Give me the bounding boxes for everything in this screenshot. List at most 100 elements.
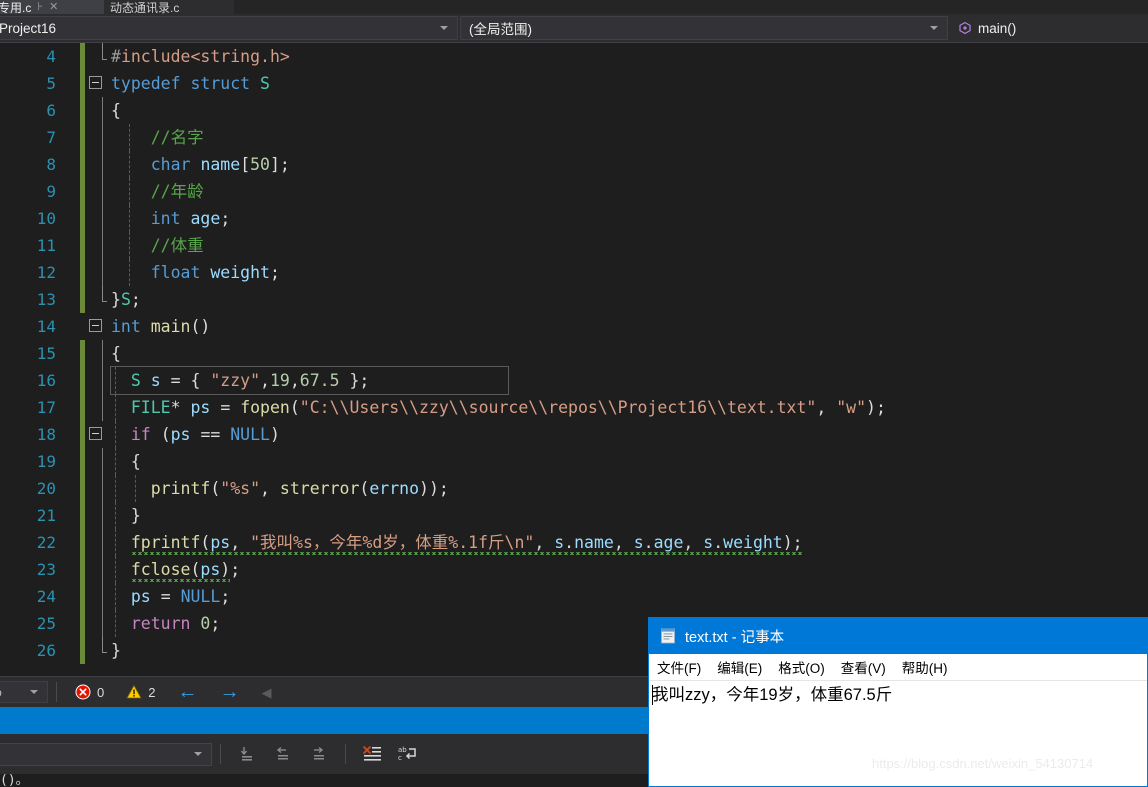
fold-glyph-slot [85, 205, 111, 232]
project-dropdown[interactable]: Project16 [0, 16, 458, 40]
fold-glyph-slot [85, 286, 111, 313]
line-number: 10 [36, 209, 56, 228]
notepad-menu-bar: 文件(F) 编辑(E) 格式(O) 查看(V) 帮助(H) [649, 654, 1147, 681]
code-text-current-line[interactable]: S s = { "zzy",19,67.5 }; [110, 366, 509, 395]
code-line[interactable]: 23 fclose(ps); [0, 556, 1148, 583]
code-line[interactable]: 14 int main() [0, 313, 1148, 340]
line-number: 20 [36, 479, 56, 498]
function-dropdown[interactable]: main() [950, 16, 1147, 40]
code-text[interactable]: #include<string.h> [111, 43, 1148, 70]
code-editor[interactable]: 4 #include<string.h> 5 typedef struct S … [0, 43, 1148, 676]
project-dropdown-value: Project16 [0, 20, 57, 36]
line-number: 16 [36, 371, 56, 390]
code-text[interactable]: //名字 [111, 124, 1148, 151]
divider [56, 682, 57, 702]
arrow-left-icon[interactable]: ← [177, 682, 197, 702]
menu-item-view[interactable]: 查看(V) [841, 657, 886, 677]
fold-glyph-slot [85, 232, 111, 259]
code-text[interactable]: printf("%s", strerror(errno)); [111, 475, 1148, 502]
code-line[interactable]: 20 printf("%s", strerror(errno)); [0, 475, 1148, 502]
fold-glyph-slot [85, 178, 111, 205]
code-text[interactable]: //年龄 [111, 178, 1148, 205]
triangle-left-icon[interactable]: ◀ [261, 686, 271, 699]
fold-glyph-slot [85, 340, 111, 367]
divider [220, 744, 221, 764]
warning-icon [126, 684, 142, 700]
chevron-down-icon [440, 26, 448, 30]
pin-icon[interactable]: ⊦ [37, 1, 43, 13]
chevron-down-icon [30, 690, 38, 694]
code-line[interactable]: 19 { [0, 448, 1148, 475]
chevron-down-icon [930, 26, 938, 30]
text-caret [652, 685, 653, 705]
code-line[interactable]: 13 }S; [0, 286, 1148, 313]
code-text[interactable]: } [111, 502, 1148, 529]
code-line[interactable]: 7 //名字 [0, 124, 1148, 151]
code-line[interactable]: 15 { [0, 340, 1148, 367]
notepad-text-area[interactable]: 我叫zzy，今年19岁，体重67.5斤 [649, 681, 1147, 786]
code-line[interactable]: 11 //体重 [0, 232, 1148, 259]
code-text[interactable]: int main() [111, 313, 1148, 340]
line-number: 7 [46, 128, 56, 147]
scope-dropdown[interactable]: (全局范围) [460, 16, 948, 40]
code-line[interactable]: 24 ps = NULL; [0, 583, 1148, 610]
code-text[interactable]: { [111, 448, 1148, 475]
code-text[interactable]: if (ps == NULL) [111, 421, 1148, 448]
code-line[interactable]: 16 S s = { "zzy",19,67.5 }; [0, 366, 1148, 395]
step-over-icon[interactable] [304, 741, 334, 767]
zoom-level-dropdown[interactable]: % [0, 681, 48, 703]
fold-glyph-slot [85, 475, 111, 502]
code-line[interactable]: 18 if (ps == NULL) [0, 421, 1148, 448]
tab-label: 动态通讯录.c [110, 0, 180, 15]
tab-专用-c[interactable]: 专用.c ⊦ ✕ [0, 0, 104, 14]
step-into-icon[interactable] [232, 741, 262, 767]
line-number: 5 [46, 74, 56, 93]
fold-glyph-slot [85, 556, 111, 583]
fold-toggle[interactable] [85, 421, 111, 448]
fold-toggle[interactable] [85, 313, 111, 340]
menu-item-help[interactable]: 帮助(H) [902, 657, 948, 677]
code-line[interactable]: 9 //年龄 [0, 178, 1148, 205]
menu-item-format[interactable]: 格式(O) [778, 657, 825, 677]
arrow-right-icon[interactable]: → [219, 682, 239, 702]
menu-item-file[interactable]: 文件(F) [657, 657, 701, 677]
code-line[interactable]: 6 { [0, 97, 1148, 124]
line-number: 6 [46, 101, 56, 120]
step-out-icon[interactable] [268, 741, 298, 767]
code-line[interactable]: 17 FILE* ps = fopen("C:\\Users\\zzy\\sou… [0, 394, 1148, 421]
code-line[interactable]: 10 int age; [0, 205, 1148, 232]
code-text[interactable]: int age; [111, 205, 1148, 232]
output-source-dropdown[interactable] [0, 742, 212, 766]
code-line[interactable]: 4 #include<string.h> [0, 43, 1148, 70]
close-icon[interactable]: ✕ [49, 1, 58, 13]
tab-动态通讯录-c[interactable]: 动态通讯录.c [104, 0, 234, 14]
code-line[interactable]: 5 typedef struct S [0, 70, 1148, 97]
code-line[interactable]: 21 } [0, 502, 1148, 529]
word-wrap-icon[interactable]: ab c [393, 741, 423, 767]
menu-item-edit[interactable]: 编辑(E) [717, 657, 762, 677]
code-text[interactable]: { [111, 97, 1148, 124]
code-text[interactable]: typedef struct S [111, 70, 1148, 97]
code-text[interactable]: }S; [111, 286, 1148, 313]
notepad-content[interactable]: 我叫zzy，今年19岁，体重67.5斤 [649, 684, 1147, 706]
code-text[interactable]: { [111, 340, 1148, 367]
warning-count[interactable]: 2 [126, 684, 155, 700]
code-text[interactable]: ps = NULL; [111, 583, 1148, 610]
fold-toggle[interactable] [85, 70, 111, 97]
code-text[interactable]: //体重 [111, 232, 1148, 259]
code-line[interactable]: 12 float weight; [0, 259, 1148, 286]
code-line[interactable]: 22 fprintf(ps, "我叫%s，今年%d岁，体重%.1f斤\n", s… [0, 529, 1148, 556]
function-dropdown-value: main() [978, 20, 1017, 36]
code-text-with-warning[interactable]: fclose(ps); [111, 556, 1148, 583]
clear-all-icon[interactable] [357, 741, 387, 767]
code-text[interactable]: char name[50]; [111, 151, 1148, 178]
code-line[interactable]: 8 char name[50]; [0, 151, 1148, 178]
code-text-with-warning[interactable]: fprintf(ps, "我叫%s，今年%d岁，体重%.1f斤\n", s.na… [111, 529, 1148, 556]
error-count[interactable]: 0 [75, 684, 104, 700]
notepad-title-bar[interactable]: text.txt - 记事本 [649, 618, 1147, 654]
fold-glyph-slot [85, 259, 111, 286]
warning-count-value: 2 [148, 684, 156, 700]
code-text[interactable]: FILE* ps = fopen("C:\\Users\\zzy\\source… [111, 394, 1148, 421]
tab-label: 专用.c [0, 0, 32, 15]
code-text[interactable]: float weight; [111, 259, 1148, 286]
